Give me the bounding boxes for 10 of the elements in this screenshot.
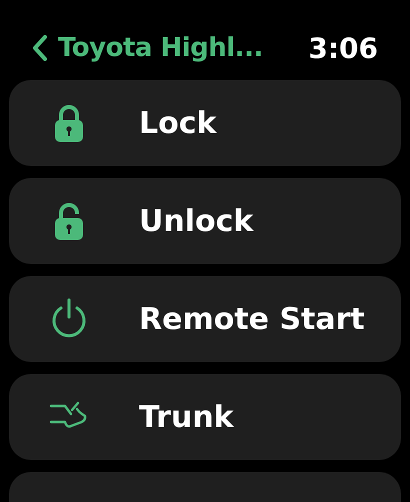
action-button[interactable]: Remote Start <box>9 276 401 362</box>
back-button[interactable]: Toyota Highl... <box>32 33 263 63</box>
clock-time: 3:06 <box>308 32 378 64</box>
back-chevron-icon <box>32 35 48 61</box>
power-icon <box>50 298 88 340</box>
action-button[interactable]: Unlock <box>9 178 401 264</box>
open-padlock-icon <box>54 202 84 240</box>
padlock-icon <box>54 104 84 142</box>
action-button[interactable]: Lock <box>9 80 401 166</box>
action-button[interactable]: Trunk <box>9 374 401 460</box>
